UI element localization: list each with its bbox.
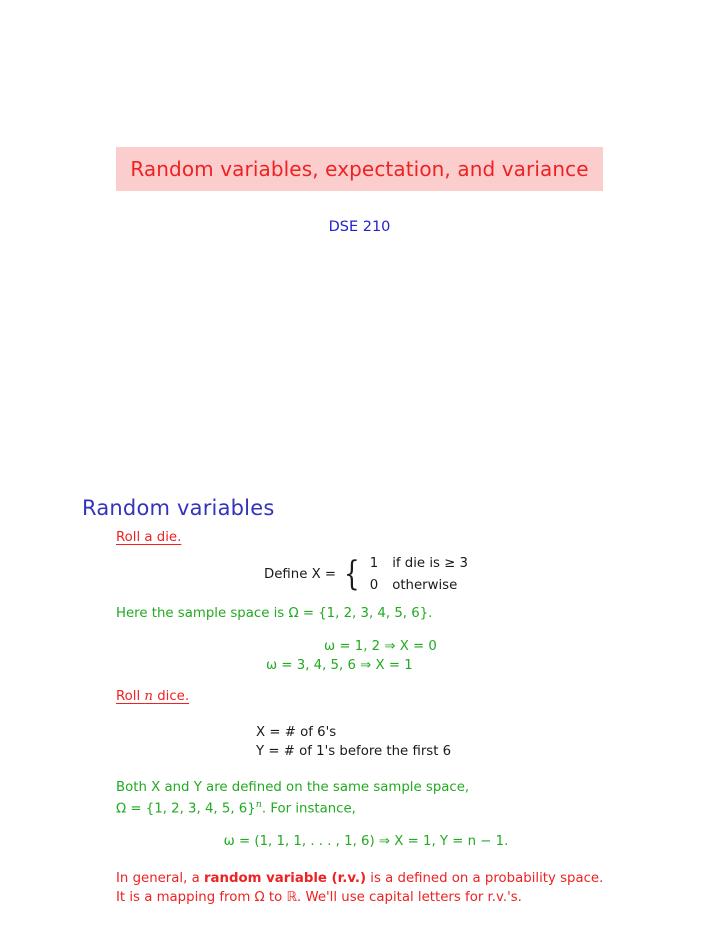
sample-space-line: Here the sample space is Ω = {1, 2, 3, 4…: [116, 605, 433, 621]
general-line-pre: In general, a: [116, 870, 204, 886]
item-roll-n-dice-pre: Roll: [116, 688, 145, 704]
item-roll-n-dice: Roll n dice.: [116, 687, 616, 706]
section-heading: Random variables: [82, 496, 275, 520]
page-title: Random variables, expectation, and varia…: [130, 157, 589, 181]
title-banner: Random variables, expectation, and varia…: [116, 147, 603, 191]
general-definition-line-1: In general, a random variable (r.v.) is …: [116, 869, 616, 888]
implication-line-1: ω = 1, 2 ⇒ X = 0: [324, 639, 437, 655]
general-definition-line-2: It is a mapping from Ω to ℝ. We'll use c…: [116, 889, 522, 905]
both-xy-line-1: Both X and Y are defined on the same sam…: [116, 780, 470, 796]
slide-body: Roll a die. Define X = { 1 if die is ≥ 3…: [116, 528, 616, 907]
case-2-value: 0: [369, 577, 379, 593]
case-1-value: 1: [369, 556, 379, 572]
instance-equation: ω = (1, 1, 1, . . . , 1, 6) ⇒ X = 1, Y =…: [223, 834, 509, 850]
item-roll-n-dice-post: dice.: [152, 688, 190, 704]
left-brace-icon: {: [344, 553, 360, 594]
item-roll-n-dice-var: n: [144, 688, 153, 704]
course-subtitle: DSE 210: [328, 219, 391, 235]
both-xy-line-2-post: . For instance,: [261, 801, 356, 817]
implication-line-2: ω = 3, 4, 5, 6 ⇒ X = 1: [266, 658, 413, 674]
define-x-formula: Define X = { 1 if die is ≥ 3 0 otherwise: [116, 554, 616, 595]
define-x-lhs: Define X =: [263, 566, 337, 582]
item-roll-a-die: Roll a die.: [116, 530, 182, 545]
definition-y: Y = # of 1's before the first 6: [256, 744, 452, 760]
term-random-variable: random variable (r.v.): [203, 870, 367, 886]
cases-grid: 1 if die is ≥ 3 0 otherwise: [370, 554, 468, 595]
slide-root: Random variables, expectation, and varia…: [0, 0, 720, 932]
definition-x: X = # of 6's: [256, 724, 337, 740]
general-line-post: is a defined on a probability space.: [366, 870, 604, 886]
case-1-condition: if die is ≥ 3: [392, 556, 469, 572]
both-xy-line-2-pre: Ω = {1, 2, 3, 4, 5, 6}: [116, 801, 256, 817]
case-2-condition: otherwise: [392, 577, 458, 593]
both-xy-line-2: Ω = {1, 2, 3, 4, 5, 6}n. For instance,: [116, 798, 616, 819]
